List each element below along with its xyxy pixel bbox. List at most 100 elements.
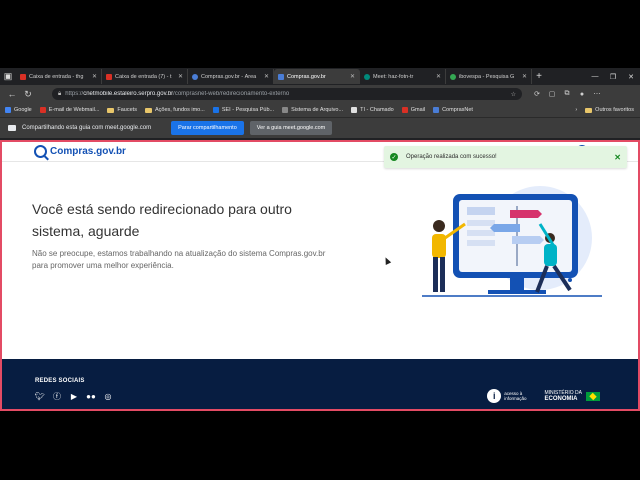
tab-3-active[interactable]: Compras.gov.br ✕	[274, 69, 360, 84]
bookmark-label: SEI - Pesquisa Púb...	[221, 107, 275, 113]
sei-icon	[212, 107, 219, 113]
signpost-arrow	[512, 236, 544, 244]
tab-1[interactable]: Caixa de entrada (7) - t ✕	[102, 69, 188, 84]
signpost-arrow	[510, 210, 542, 218]
maximize-icon[interactable]: ❐	[604, 68, 622, 85]
stop-sharing-button[interactable]: Parar compartilhamento	[171, 121, 244, 135]
close-icon[interactable]: ✕	[436, 73, 441, 80]
tab-title: ibovespa - Pesquisa G	[459, 73, 515, 80]
folder-icon	[585, 107, 593, 113]
compras-logo[interactable]: Compras.gov.br	[34, 145, 126, 158]
access-info-line-2: informação	[504, 396, 527, 401]
more-menu-icon[interactable]: ⋯	[592, 89, 602, 99]
redirect-description: Não se preocupe, estamos trabalhando na …	[32, 248, 382, 272]
bookmark-arquivo[interactable]: Sistema de Arquivo...	[282, 107, 343, 113]
collections-icon[interactable]: ⧉	[562, 89, 572, 99]
tab-search-icon[interactable]: ▢	[547, 89, 557, 99]
person-leg	[433, 257, 438, 292]
tab-2[interactable]: Compras.gov.br - Área ✕	[188, 69, 274, 84]
share-status-text: Compartilhando esta guia com meet.google…	[22, 125, 152, 131]
tab-actions-icon[interactable]: ▣	[0, 68, 16, 85]
tab-title: Compras.gov.br	[287, 73, 326, 80]
back-icon[interactable]: ←	[6, 88, 18, 100]
bookmark-other-favorites[interactable]: Outros favoritos	[585, 107, 634, 113]
bookmark-label: Outros favoritos	[595, 107, 634, 113]
meet-icon	[364, 73, 370, 80]
close-icon[interactable]: ✕	[264, 73, 269, 80]
description-line-1: Não se preocupe, estamos trabalhando na …	[32, 249, 326, 258]
info-icon: i	[487, 389, 502, 403]
bookmark-gmail[interactable]: Gmail	[401, 107, 426, 113]
go-to-tab-button[interactable]: Ver a guia meet.google.com	[249, 121, 333, 135]
screen-block	[467, 207, 495, 215]
tab-0[interactable]: Caixa de entrada - thg ✕	[16, 69, 102, 84]
social-title: REDES SOCIAIS	[35, 378, 85, 384]
address-bar[interactable]: 🔒︎ https://cnetmobile.estaleiro.serpro.g…	[52, 88, 522, 100]
bookmark-google[interactable]: Google	[5, 107, 32, 113]
close-icon[interactable]: ✕	[178, 73, 183, 80]
bookmark-webmail[interactable]: E-mail de Webmail...	[39, 107, 100, 113]
bookmark-acoes[interactable]: Ações, fundos imo...	[144, 107, 205, 113]
google-icon	[5, 107, 11, 113]
bookmark-label: Gmail	[410, 107, 426, 113]
screen-block	[467, 230, 495, 236]
minimize-icon[interactable]: —	[586, 68, 604, 85]
extension-icon[interactable]: ⟳	[532, 89, 542, 99]
ministry-line-2: ECONOMIA	[544, 396, 578, 402]
bookmark-ti[interactable]: TI - Chamado	[351, 107, 394, 113]
bookmark-label: Ações, fundos imo...	[154, 107, 205, 113]
person-head	[433, 220, 445, 232]
government-logos: i acesso à informação MINISTÉRIO DA ECONOM…	[487, 389, 600, 403]
bookmark-label: E-mail de Webmail...	[48, 107, 100, 113]
new-tab-button[interactable]: +	[532, 71, 546, 82]
person-body	[432, 234, 446, 258]
redirect-illustration	[422, 186, 602, 297]
monitor-stand	[510, 278, 524, 290]
gmail-icon	[401, 107, 408, 113]
bookmark-label: Faucets	[117, 107, 137, 113]
chevron-right-icon[interactable]: ›	[575, 107, 577, 113]
url-host: cnetmobile.estaleiro.serpro.gov.br	[83, 91, 174, 97]
tab-4[interactable]: Meet: haz-fotn-tr ✕	[360, 69, 446, 84]
url-text: https://cnetmobile.estaleiro.serpro.gov.…	[65, 91, 506, 97]
instagram-icon[interactable]: ◎	[103, 391, 113, 401]
bookmark-sei[interactable]: SEI - Pesquisa Púb...	[212, 107, 275, 113]
close-icon[interactable]: ✕	[522, 73, 527, 80]
flickr-icon[interactable]: ●●	[86, 391, 96, 401]
decor-dot	[568, 278, 572, 282]
site-footer: REDES SOCIAIS 🐦︎ ⓕ ▶ ●● ◎ i acesso à info…	[2, 359, 638, 409]
screen-share-icon	[8, 125, 16, 131]
facebook-icon[interactable]: ⓕ	[52, 391, 62, 401]
bookmark-comprasnet[interactable]: ComprasNet	[433, 107, 473, 113]
twitter-icon[interactable]: 🐦︎	[35, 391, 45, 401]
bookmarks-bar: Google E-mail de Webmail... Faucets Açõe…	[0, 103, 640, 118]
youtube-icon[interactable]: ▶	[69, 391, 79, 401]
bookmark-faucets[interactable]: Faucets	[107, 107, 137, 113]
bookmark-label: Google	[14, 107, 32, 113]
tab-5[interactable]: ibovespa - Pesquisa G ✕	[446, 69, 532, 84]
access-info-logo[interactable]: i acesso à informação	[487, 389, 526, 403]
reload-icon[interactable]: ↻	[22, 88, 34, 100]
close-window-icon[interactable]: ✕	[622, 68, 640, 85]
lock-icon[interactable]: 🔒︎	[58, 91, 61, 98]
navigation-bar: ← ↻ 🔒︎ https://cnetmobile.estaleiro.serp…	[0, 85, 640, 103]
check-circle-icon: ✓	[390, 153, 398, 161]
window-controls: — ❐ ✕	[586, 68, 640, 85]
close-icon[interactable]: ✕	[614, 153, 621, 162]
description-line-2: para promover uma melhor experiência.	[32, 261, 174, 270]
logo-icon	[34, 145, 47, 158]
ministry-logo[interactable]: MINISTÉRIO DA ECONOMIA	[544, 390, 600, 402]
close-icon[interactable]: ✕	[92, 73, 97, 80]
tab-strip: ▣ Caixa de entrada - thg ✕ Caixa de entr…	[0, 68, 640, 85]
screen: ▣ Caixa de entrada - thg ✕ Caixa de entr…	[0, 0, 640, 480]
close-icon[interactable]: ✕	[350, 73, 355, 80]
star-icon[interactable]: ☆	[511, 91, 516, 98]
access-info-text: acesso à informação	[504, 391, 526, 401]
toolbar-icons: ⟳ ▢ ⧉ ● ⋯	[532, 89, 602, 99]
screen-block	[467, 220, 495, 226]
compras-icon	[433, 107, 440, 113]
profile-icon[interactable]: ●	[577, 89, 587, 99]
url-path: /comprasnet-web/redirecionamento-externo	[173, 91, 290, 97]
browser-window: ▣ Caixa de entrada - thg ✕ Caixa de entr…	[0, 68, 640, 411]
ministry-text: MINISTÉRIO DA ECONOMIA	[544, 390, 582, 402]
